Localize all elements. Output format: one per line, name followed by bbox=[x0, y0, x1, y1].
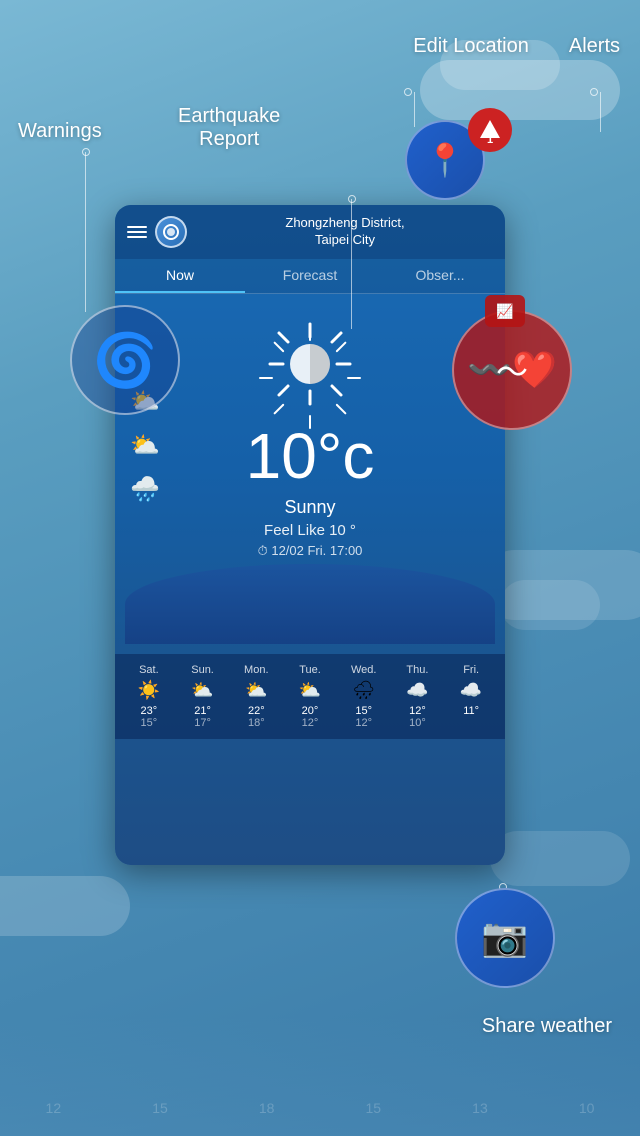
app-header: Zhongzheng District, Taipei City bbox=[115, 205, 505, 259]
cloud-5 bbox=[0, 876, 130, 936]
forecast-col-0: Sat. ☀️ 23° 15° bbox=[123, 664, 175, 729]
side-icon-2: ⛅ bbox=[127, 428, 163, 464]
share-weather-annotation: Share weather bbox=[482, 1015, 612, 1038]
seismograph-icon: 〜 bbox=[496, 347, 528, 393]
warnings-annotation: Warnings bbox=[18, 120, 102, 143]
alerts-line bbox=[600, 92, 601, 132]
warnings-line-v bbox=[85, 152, 86, 312]
day-label-1: Sun. bbox=[177, 664, 229, 676]
camera-icon: 📷 bbox=[481, 916, 528, 960]
forecast-col-1: Sun. ⛅ 21° 17° bbox=[177, 664, 229, 729]
share-weather-button[interactable]: 📷 bbox=[455, 888, 555, 988]
menu-line-1 bbox=[127, 226, 147, 228]
warnings-label[interactable]: Warnings bbox=[18, 120, 102, 142]
side-icon-3: 🌧️ bbox=[127, 472, 163, 508]
menu-line-2 bbox=[127, 231, 147, 233]
forecast-icon-1: ⛅ bbox=[177, 680, 229, 701]
earthquake-button[interactable]: 〰️❤️ 〜 bbox=[452, 310, 572, 430]
cloud-face-icon: 🌧️ bbox=[130, 475, 160, 504]
page: Edit Location Alerts Warnings Earthquake… bbox=[0, 0, 640, 1136]
reflection-text: 12 15 18 15 13 10 bbox=[0, 1100, 640, 1116]
forecast-low-2: 18° bbox=[230, 717, 282, 729]
cloud-4 bbox=[500, 580, 600, 630]
eq-mini-icon: 📈 bbox=[496, 303, 513, 320]
forecast-icon-5: ☁️ bbox=[392, 680, 444, 701]
app-tabs: Now Forecast Obser... bbox=[115, 259, 505, 294]
eq-line bbox=[351, 199, 352, 329]
eq-dot bbox=[348, 195, 356, 203]
forecast-icon-6: ☁️ bbox=[445, 680, 497, 701]
feel-like: Feel Like 10 ° bbox=[264, 522, 356, 539]
forecast-high-4: 15° bbox=[338, 705, 390, 717]
top-annotations: Edit Location Alerts bbox=[0, 35, 640, 58]
alerts-label[interactable]: Alerts bbox=[569, 35, 620, 58]
forecast-col-2: Mon. ⛅ 22° 18° bbox=[230, 664, 282, 729]
forecast-col-6: Fri. ☁️ 11° bbox=[445, 664, 497, 729]
cloud-warning-icon: ⛅ bbox=[130, 431, 160, 460]
datetime: ⏱ 12/02 Fri. 17:00 bbox=[258, 543, 363, 559]
forecast-high-0: 23° bbox=[123, 705, 175, 717]
forecast-grid: Sat. ☀️ 23° 15° Sun. ⛅ 21° 17° Mon. ⛅ 22… bbox=[123, 664, 497, 729]
day-label-6: Fri. bbox=[445, 664, 497, 676]
weather-hill bbox=[125, 564, 495, 644]
editloc-dot bbox=[404, 88, 412, 96]
forecast-low-5: 10° bbox=[392, 717, 444, 729]
forecast-high-3: 20° bbox=[284, 705, 336, 717]
earthquake-annotation: EarthquakeReport bbox=[178, 105, 280, 151]
day-label-3: Tue. bbox=[284, 664, 336, 676]
app-logo bbox=[155, 216, 187, 248]
alert-content: 1 bbox=[480, 120, 500, 140]
forecast-section: Sat. ☀️ 23° 15° Sun. ⛅ 21° 17° Mon. ⛅ 22… bbox=[115, 654, 505, 739]
forecast-icon-2: ⛅ bbox=[230, 680, 282, 701]
forecast-low-0: 15° bbox=[123, 717, 175, 729]
weather-condition: Sunny bbox=[284, 497, 335, 518]
earthquake-label: EarthquakeReport bbox=[178, 105, 280, 150]
forecast-high-1: 21° bbox=[177, 705, 229, 717]
alerts-dot bbox=[590, 88, 598, 96]
forecast-high-2: 22° bbox=[230, 705, 282, 717]
eq-mini-badge: 📈 bbox=[485, 295, 525, 327]
forecast-low-1: 17° bbox=[177, 717, 229, 729]
day-label-0: Sat. bbox=[123, 664, 175, 676]
forecast-high-5: 12° bbox=[392, 705, 444, 717]
cloud-6 bbox=[490, 831, 630, 886]
sun-svg bbox=[265, 319, 355, 409]
location-display[interactable]: Zhongzheng District, Taipei City bbox=[197, 215, 493, 249]
day-label-5: Thu. bbox=[392, 664, 444, 676]
tab-now[interactable]: Now bbox=[115, 259, 245, 293]
alert-count: 1 bbox=[487, 134, 493, 146]
location-pin-icon: 📍 bbox=[425, 141, 465, 179]
forecast-icon-4: 🌧 bbox=[338, 680, 390, 701]
forecast-high-6: 11° bbox=[445, 705, 497, 717]
temperature: 10°c bbox=[246, 424, 375, 488]
menu-button[interactable] bbox=[127, 226, 147, 238]
warnings-dot bbox=[82, 148, 90, 156]
edit-location-label[interactable]: Edit Location bbox=[413, 35, 529, 58]
forecast-col-5: Thu. ☁️ 12° 10° bbox=[392, 664, 444, 729]
forecast-low-3: 12° bbox=[284, 717, 336, 729]
forecast-icon-3: ⛅ bbox=[284, 680, 336, 701]
editloc-line bbox=[414, 92, 415, 127]
app-card: Zhongzheng District, Taipei City Now For… bbox=[115, 205, 505, 865]
alerts-badge[interactable]: 1 bbox=[468, 108, 512, 152]
menu-line-3 bbox=[127, 236, 147, 238]
warnings-circle[interactable]: 🌀 bbox=[70, 305, 180, 415]
share-weather-label: Share weather bbox=[482, 1015, 612, 1037]
sun-ray-4 bbox=[309, 415, 311, 429]
forecast-col-3: Tue. ⛅ 20° 12° bbox=[284, 664, 336, 729]
forecast-icon-0: ☀️ bbox=[123, 680, 175, 701]
day-label-2: Mon. bbox=[230, 664, 282, 676]
hurricane-icon: 🌀 bbox=[93, 330, 158, 391]
forecast-col-4: Wed. 🌧 15° 12° bbox=[338, 664, 390, 729]
tab-observed[interactable]: Obser... bbox=[375, 259, 505, 293]
forecast-low-4: 12° bbox=[338, 717, 390, 729]
tab-forecast[interactable]: Forecast bbox=[245, 259, 375, 293]
day-label-4: Wed. bbox=[338, 664, 390, 676]
logo-circle bbox=[163, 224, 179, 240]
sun-icon bbox=[265, 319, 355, 409]
